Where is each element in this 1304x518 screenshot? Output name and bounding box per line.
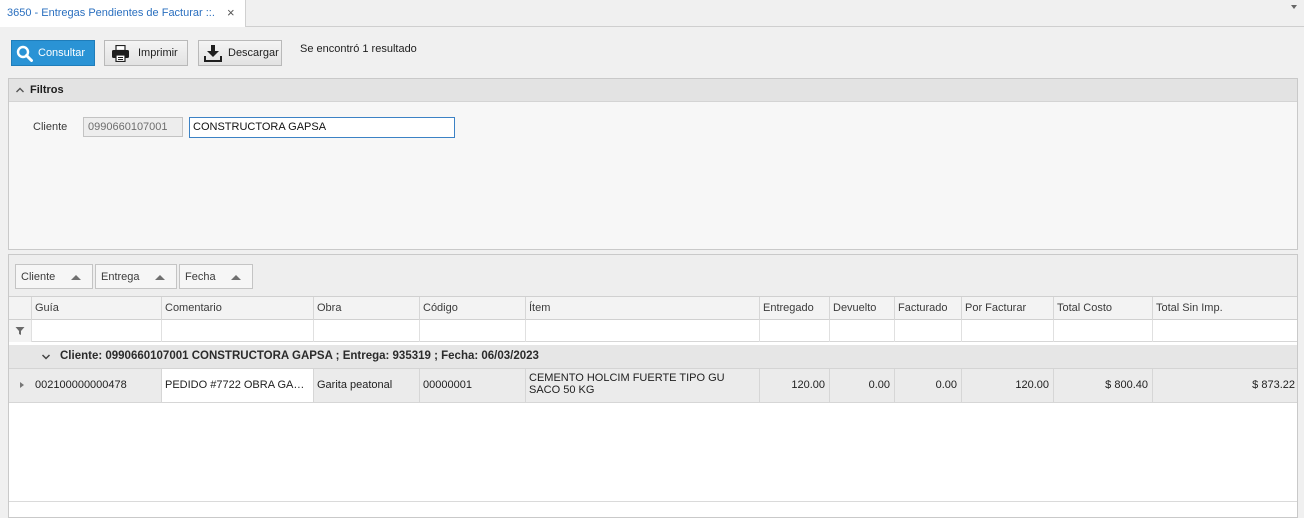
group-chip-label: Fecha (185, 271, 216, 283)
filter-cell-por-facturar[interactable] (962, 320, 1054, 342)
group-chip-cliente[interactable]: Cliente (15, 264, 93, 289)
column-header-por-facturar[interactable]: Por Facturar (962, 297, 1054, 320)
cell-devuelto[interactable]: 0.00 (830, 369, 895, 402)
cell-total-costo[interactable]: $ 800.40 (1054, 369, 1153, 402)
consultar-label: Consultar (38, 47, 86, 59)
cell-obra[interactable]: Garita peatonal (314, 369, 420, 402)
group-row-label: Cliente: 0990660107001 CONSTRUCTORA GAPS… (60, 350, 539, 362)
cliente-label: Cliente (33, 121, 68, 133)
search-icon (16, 45, 33, 62)
group-row[interactable]: Cliente: 0990660107001 CONSTRUCTORA GAPS… (9, 345, 1297, 369)
sort-ascending-icon (155, 275, 165, 280)
filter-cell-devuelto[interactable] (830, 320, 895, 342)
column-header-total-costo[interactable]: Total Costo (1054, 297, 1153, 320)
filter-cell-comentario[interactable] (162, 320, 314, 342)
filter-cell-guia[interactable] (32, 320, 162, 342)
group-chip-label: Entrega (101, 271, 140, 283)
filters-panel: Filtros Cliente 0990660107001 CONSTRUCTO… (8, 78, 1298, 250)
column-header-codigo[interactable]: Código (420, 297, 526, 320)
printer-icon (111, 44, 130, 62)
auto-filter-row (9, 320, 1297, 342)
tab-list-dropdown-icon[interactable] (1291, 5, 1297, 9)
descargar-button[interactable]: Descargar (198, 40, 282, 66)
filter-cell-obra[interactable] (314, 320, 420, 342)
cell-por-facturar[interactable]: 120.00 (962, 369, 1054, 402)
column-header-facturado[interactable]: Facturado (895, 297, 962, 320)
close-icon[interactable]: × (227, 5, 235, 20)
cell-guia[interactable]: 002100000000478 (32, 369, 162, 402)
cell-total-sin-imp[interactable]: $ 873.22 (1153, 369, 1297, 402)
filter-row-indicator (9, 320, 32, 342)
filter-cell-codigo[interactable] (420, 320, 526, 342)
descargar-label: Descargar (228, 47, 279, 59)
imprimir-button[interactable]: Imprimir (104, 40, 188, 66)
cell-codigo[interactable]: 00000001 (420, 369, 526, 402)
column-header-item[interactable]: Ítem (526, 297, 760, 320)
cell-entregado[interactable]: 120.00 (760, 369, 830, 402)
chevron-up-icon[interactable] (15, 85, 25, 98)
filter-cell-total-sin-imp[interactable] (1153, 320, 1297, 342)
cell-comentario[interactable]: PEDIDO #7722 OBRA GARITA PEATONAL (162, 369, 314, 402)
column-header-row: Guía Comentario Obra Código Ítem Entrega… (9, 297, 1297, 320)
sort-ascending-icon (71, 275, 81, 280)
cell-facturado[interactable]: 0.00 (895, 369, 962, 402)
column-header-devuelto[interactable]: Devuelto (830, 297, 895, 320)
cliente-code-field[interactable]: 0990660107001 (83, 117, 183, 137)
filters-title: Filtros (30, 84, 64, 96)
filter-cell-total-costo[interactable] (1054, 320, 1153, 342)
cliente-name-field[interactable]: CONSTRUCTORA GAPSA (189, 117, 455, 138)
imprimir-label: Imprimir (138, 47, 178, 59)
group-by-panel: Cliente Entrega Fecha (9, 255, 1297, 297)
tab-entregas-pendientes[interactable]: 3650 - Entregas Pendientes de Facturar :… (0, 0, 246, 27)
filters-header[interactable]: Filtros (9, 79, 1297, 102)
column-header-guia[interactable]: Guía (32, 297, 162, 320)
download-icon (204, 44, 222, 62)
column-header-comentario[interactable]: Comentario (162, 297, 314, 320)
column-header-obra[interactable]: Obra (314, 297, 420, 320)
sort-ascending-icon (231, 275, 241, 280)
result-count-text: Se encontró 1 resultado (300, 43, 417, 55)
results-grid: Cliente Entrega Fecha Guía Comentario Ob… (8, 254, 1298, 518)
chevron-down-icon[interactable] (41, 352, 51, 365)
consultar-button[interactable]: Consultar (11, 40, 95, 66)
row-indicator-icon (20, 382, 24, 388)
group-chip-label: Cliente (21, 271, 56, 283)
filter-cell-item[interactable] (526, 320, 760, 342)
grid-footer-divider (9, 501, 1297, 502)
document-tab-strip: 3650 - Entregas Pendientes de Facturar :… (0, 0, 1304, 27)
group-chip-fecha[interactable]: Fecha (179, 264, 253, 289)
funnel-icon (15, 326, 25, 339)
group-chip-entrega[interactable]: Entrega (95, 264, 177, 289)
tab-title: 3650 - Entregas Pendientes de Facturar :… (7, 7, 215, 19)
column-header-entregado[interactable]: Entregado (760, 297, 830, 320)
cell-item[interactable]: CEMENTO HOLCIM FUERTE TIPO GU SACO 50 KG (526, 369, 760, 402)
table-row[interactable]: 002100000000478 PEDIDO #7722 OBRA GARITA… (9, 369, 1297, 403)
filter-cell-entregado[interactable] (760, 320, 830, 342)
row-indicator-header (9, 297, 32, 320)
filter-cell-facturado[interactable] (895, 320, 962, 342)
column-header-total-sin-imp[interactable]: Total Sin Imp. (1153, 297, 1297, 320)
